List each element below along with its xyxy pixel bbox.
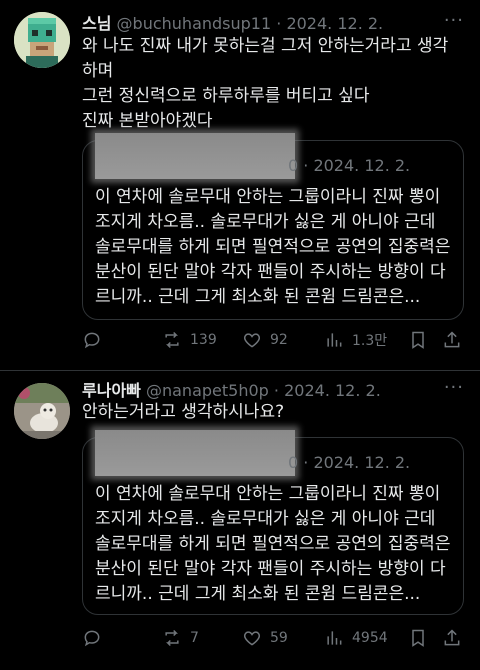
views-chart-icon [327, 631, 342, 645]
author-handle[interactable]: @nanapet5h0p [146, 381, 269, 400]
action-bar: 139 92 1.3만 [82, 330, 462, 354]
heart-icon [243, 333, 261, 348]
more-options-icon[interactable]: ··· [444, 377, 464, 398]
tweet-2[interactable]: 루나아빠 @nanapet5h0p · 2024. 12. 2. ··· 안하는… [0, 371, 480, 670]
like-count: 92 [270, 332, 288, 348]
share-icon [444, 331, 460, 348]
blurred-quote-author [95, 430, 295, 476]
repost-button[interactable]: 139 [162, 330, 217, 350]
bookmark-button[interactable] [408, 628, 428, 648]
separator-dot: · [273, 381, 279, 400]
bookmark-button[interactable] [408, 330, 428, 350]
views-chart-icon [327, 333, 342, 347]
reply-button[interactable] [82, 330, 110, 350]
heart-icon [243, 631, 261, 646]
author-name[interactable]: 스님 [82, 14, 111, 33]
like-button[interactable]: 92 [242, 330, 288, 350]
views-button[interactable]: 1.3만 [324, 330, 387, 350]
reply-button[interactable] [82, 628, 110, 648]
bookmark-icon [412, 331, 424, 349]
reply-icon [84, 332, 100, 349]
more-options-icon[interactable]: ··· [444, 10, 464, 31]
repost-count: 7 [190, 630, 199, 646]
quote-meta: 0 · 2024. 12. 2. [288, 453, 411, 472]
like-count: 59 [270, 630, 288, 646]
post-date[interactable]: 2024. 12. 2. [284, 381, 381, 400]
avatar[interactable] [14, 383, 70, 439]
reply-icon [84, 630, 100, 647]
cat-photo-avatar-icon [14, 383, 70, 439]
post-text: 와 나도 진짜 내가 못하는걸 그저 안하는거라고 생각하며 그런 정신력으로 … [82, 36, 449, 131]
quote-text: 이 연차에 솔로무대 안하는 그룹이라니 진짜 뽕이 조지게 차오름.. 솔로무… [95, 187, 451, 307]
separator-dot: · [276, 14, 282, 33]
post-text: 안하는거라고 생각하시나요? [82, 402, 285, 422]
repost-icon [165, 331, 179, 349]
repost-count: 139 [190, 332, 217, 348]
post-date[interactable]: 2024. 12. 2. [286, 14, 383, 33]
bookmark-icon [412, 629, 424, 647]
pixel-avatar-icon [14, 12, 70, 68]
share-button[interactable] [442, 330, 462, 350]
quoted-tweet[interactable]: 0 · 2024. 12. 2. 이 연차에 솔로무대 안하는 그룹이라니 진짜… [82, 133, 464, 320]
views-button[interactable]: 4954 [324, 628, 388, 648]
author-name[interactable]: 루나아빠 [82, 381, 141, 400]
repost-icon [165, 629, 179, 647]
tweet-1[interactable]: 스님 @buchuhandsup11 · 2024. 12. 2. ··· 와 … [0, 0, 480, 370]
view-count: 1.3만 [352, 333, 388, 349]
repost-button[interactable]: 7 [162, 628, 199, 648]
author-handle[interactable]: @buchuhandsup11 [117, 14, 272, 33]
share-icon [444, 629, 460, 646]
quote-text: 이 연차에 솔로무대 안하는 그룹이라니 진짜 뽕이 조지게 차오름.. 솔로무… [95, 484, 451, 604]
quoted-tweet[interactable]: 0 · 2024. 12. 2. 이 연차에 솔로무대 안하는 그룹이라니 진짜… [82, 430, 464, 615]
avatar[interactable] [14, 12, 70, 68]
blurred-quote-author [95, 133, 295, 179]
like-button[interactable]: 59 [242, 628, 288, 648]
action-bar: 7 59 4954 [82, 628, 462, 652]
share-button[interactable] [442, 628, 462, 648]
view-count: 4954 [352, 630, 388, 646]
quote-meta: 0 · 2024. 12. 2. [288, 156, 411, 175]
